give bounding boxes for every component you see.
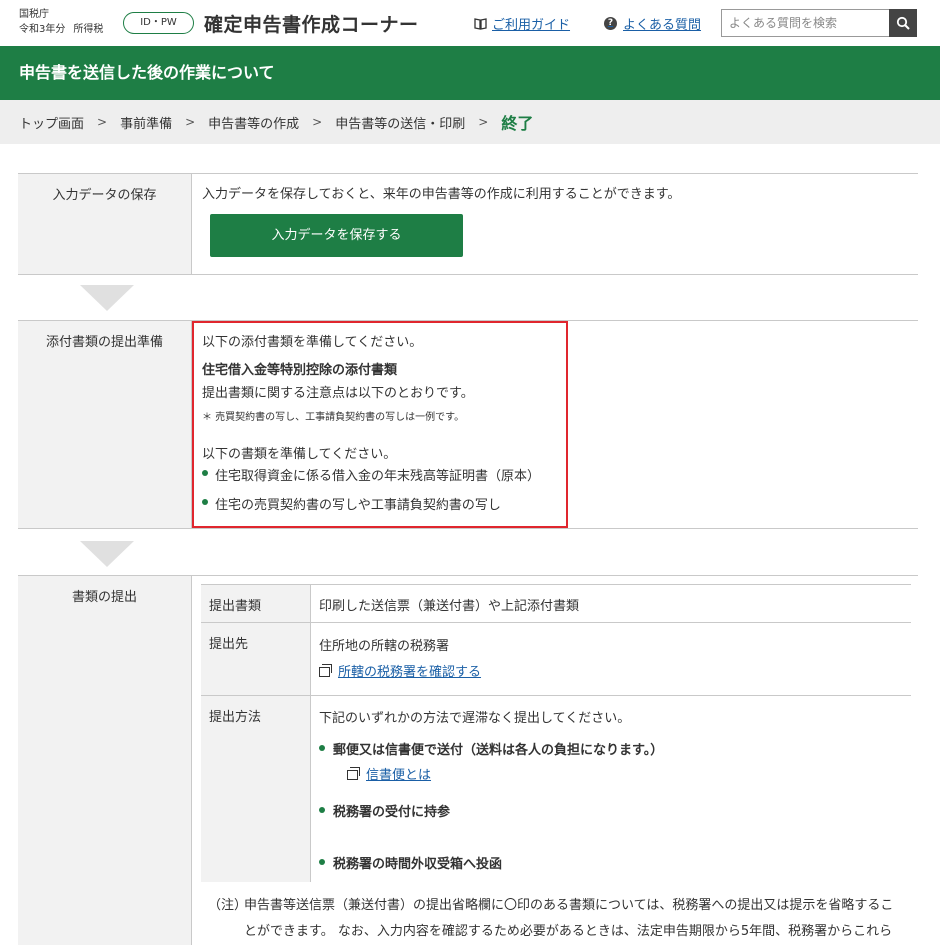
search-icon: [896, 16, 910, 30]
search-button[interactable]: [889, 9, 917, 37]
bullet-icon: [202, 499, 208, 505]
step-arrow-down-icon: [80, 285, 134, 311]
question-icon: ?: [604, 17, 617, 30]
search-input[interactable]: [721, 9, 890, 37]
faq-search: [721, 9, 917, 37]
method-intro: 下記のいずれかの方法で遅滞なく提出してください。: [319, 711, 631, 726]
attach-small-note: ＊ 売買契約書の写し、工事請負契約書の写しは一例です。: [202, 412, 465, 423]
note-prefix: （注）: [208, 898, 248, 913]
agency-info: 国税庁 令和3年分 所得税: [19, 7, 111, 37]
attach-intro: 以下の添付書類を準備してください。: [202, 335, 423, 350]
attach-heading: 住宅借入金等特別控除の添付書類: [202, 363, 398, 378]
save-section-label: 入力データの保存: [18, 174, 192, 274]
chevron-right-icon: >: [97, 115, 108, 129]
method-counter: 税務署の受付に持参: [333, 805, 451, 820]
corner-title: 確定申告書作成コーナー: [204, 14, 419, 36]
breadcrumb-current: 終了: [501, 114, 534, 133]
idpw-badge: ID・PW: [123, 12, 194, 34]
docs-value: 印刷した送信票（兼送付書）や上記添付書類: [319, 599, 580, 614]
attach-item: 住宅の売買契約書の写しや工事請負契約書の写し: [215, 498, 501, 513]
save-data-button[interactable]: 入力データを保存する: [210, 214, 463, 257]
bullet-icon: [202, 470, 208, 476]
tax-office-link[interactable]: 所轄の税務署を確認する: [319, 661, 481, 680]
note-line-1: 申告書等送信票（兼送付書）の提出省略欄に〇印のある書類については、税務署への提出…: [244, 898, 894, 913]
breadcrumb: トップ画面 > 事前準備 > 申告書等の作成 > 申告書等の送信・印刷 > 終了: [0, 100, 940, 144]
site-header: 国税庁 令和3年分 所得税 ID・PW 確定申告書作成コーナー ご利用ガイド ? …: [0, 0, 940, 46]
dest-value: 住所地の所轄の税務署: [319, 639, 450, 654]
attach-item: 住宅取得資金に係る借入金の年末残高等証明書（原本）: [215, 469, 541, 484]
note-line-2: とができます。 なお、入力内容を確認するため必要があるときは、法定申告期限から5…: [244, 924, 893, 939]
guide-link[interactable]: ご利用ガイド: [474, 14, 570, 33]
chevron-right-icon: >: [185, 115, 196, 129]
attach-note: 提出書類に関する注意点は以下のとおりです。: [202, 386, 474, 401]
chevron-right-icon: >: [478, 115, 489, 129]
breadcrumb-item-send: 申告書等の送信・印刷: [335, 116, 466, 132]
bullet-icon: [319, 807, 325, 813]
breadcrumb-item-top: トップ画面: [19, 116, 85, 132]
breadcrumb-item-create: 申告書等の作成: [208, 116, 300, 132]
faq-link[interactable]: ? よくある質問: [604, 14, 701, 33]
dest-label: 提出先: [201, 623, 311, 695]
step-arrow-down-icon: [80, 541, 134, 567]
attachments-section-label: 添付書類の提出準備: [18, 321, 192, 528]
docs-label: 提出書類: [201, 585, 311, 622]
breadcrumb-item-prep: 事前準備: [120, 116, 173, 132]
new-window-icon: [319, 664, 332, 677]
method-mail: 郵便又は信書便で送付（送料は各人の負担になります。）: [333, 743, 664, 758]
chevron-right-icon: >: [312, 115, 323, 129]
save-description: 入力データを保存しておくと、来年の申告書等の作成に利用することができます。: [202, 187, 681, 202]
book-icon: [474, 17, 487, 30]
method-dropbox: 税務署の時間外収受箱へ投函: [333, 857, 503, 872]
attach-prepare: 以下の書類を準備してください。: [202, 447, 397, 462]
new-window-icon: [347, 767, 360, 780]
table-row: 提出先: [201, 623, 911, 696]
shinshobin-link[interactable]: 信書便とは: [347, 764, 431, 783]
agency-name: 国税庁: [19, 9, 49, 20]
bullet-icon: [319, 745, 325, 751]
bullet-icon: [319, 859, 325, 865]
tax-year: 令和3年分: [19, 24, 66, 35]
submission-section-label: 書類の提出: [18, 576, 192, 945]
guide-link-label[interactable]: ご利用ガイド: [492, 14, 570, 33]
shinshobin-link-label[interactable]: 信書便とは: [366, 768, 431, 783]
page-title: 申告書を送信した後の作業について: [0, 46, 940, 100]
method-label: 提出方法: [201, 696, 311, 882]
tax-office-link-label[interactable]: 所轄の税務署を確認する: [338, 665, 481, 680]
faq-link-label[interactable]: よくある質問: [623, 14, 701, 33]
tax-type: 所得税: [73, 24, 104, 35]
